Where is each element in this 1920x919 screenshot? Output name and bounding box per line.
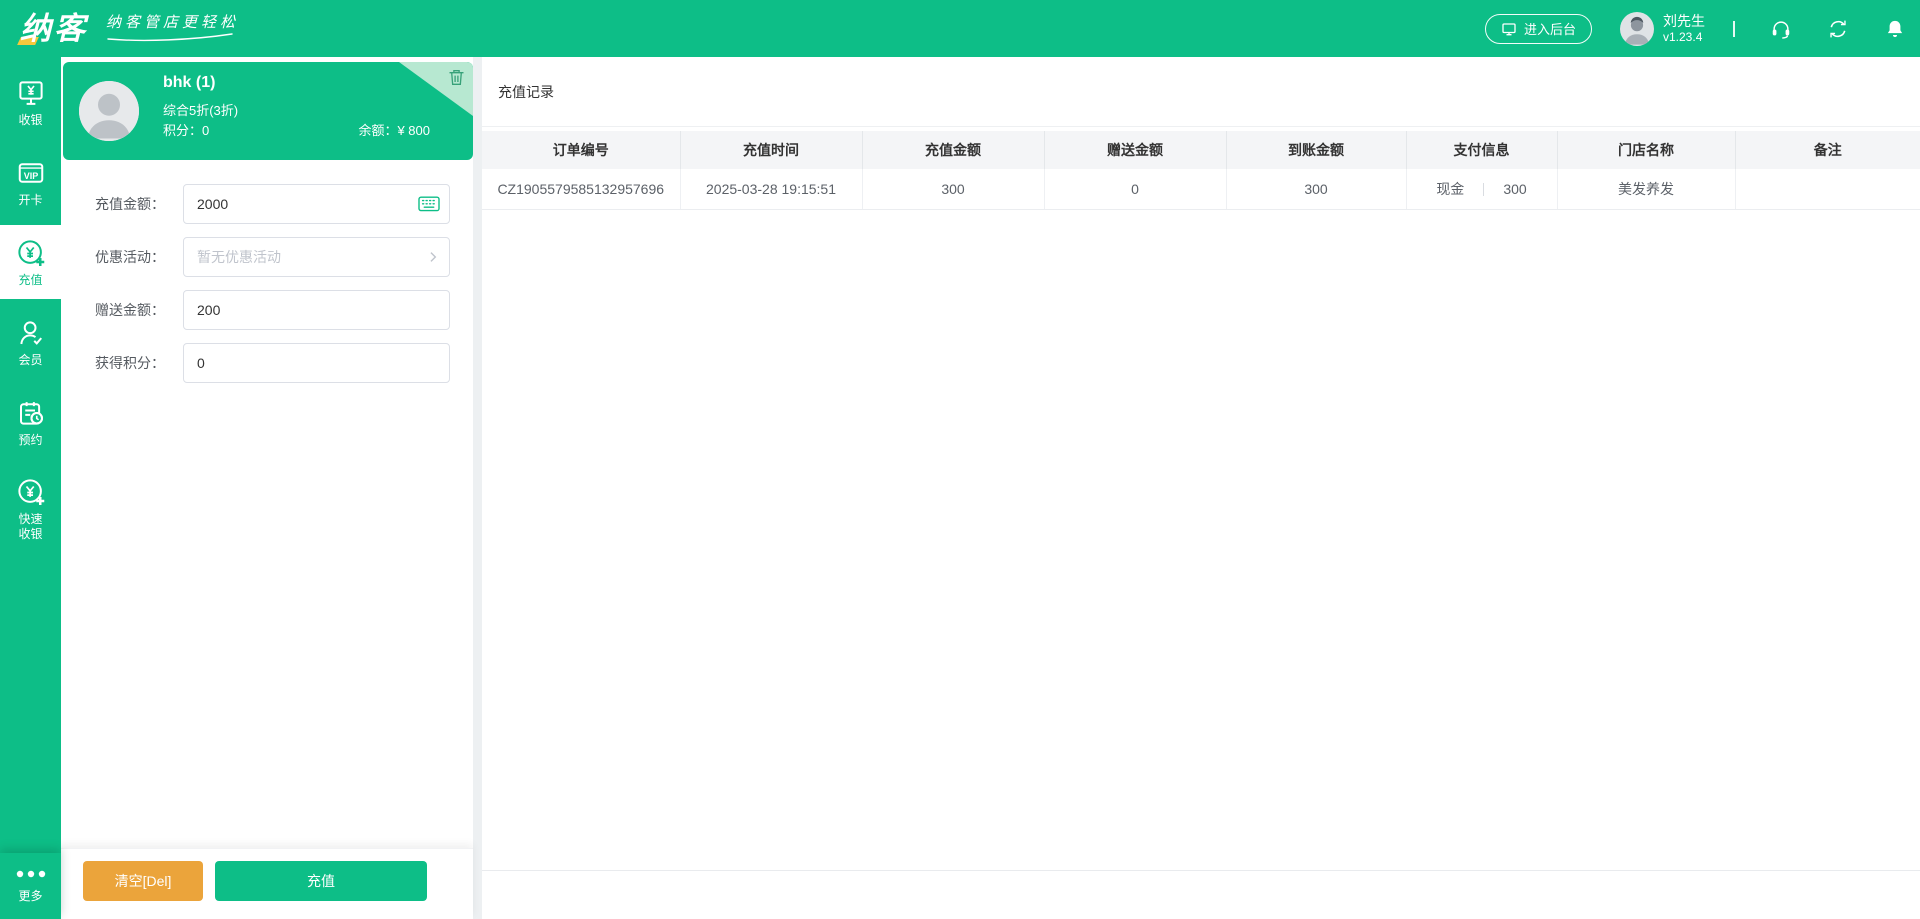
form-row-amount: 充值金额： (61, 184, 473, 224)
col-store: 门店名称 (1557, 131, 1736, 169)
booking-calendar-icon (19, 401, 43, 425)
form-row-points: 获得积分： (61, 343, 473, 383)
recharge-panel-footer: 清空[Del] 充值 (61, 848, 473, 919)
recharge-panel: bhk (1) 综合5折(3折) 积分：0 余额：¥ 800 充值金额： 优惠活… (61, 57, 473, 919)
cell-payment: 现金 300 (1406, 169, 1558, 210)
promotion-label: 优惠活动： (95, 249, 165, 265)
col-received: 到账金额 (1226, 131, 1407, 169)
more-label: 更多 (18, 889, 43, 903)
member-points: 积分：0 (163, 123, 210, 138)
sidebar-item-label: 收银 (18, 112, 43, 127)
col-order-no: 订单编号 (482, 131, 681, 169)
gift-label: 赠送金额： (95, 302, 165, 318)
trash-icon (449, 70, 464, 85)
tagline-underline-swoosh (107, 32, 233, 41)
records-title: 充值记录 (482, 57, 1920, 127)
sidebar-item-cashier[interactable]: 收银 (0, 65, 61, 139)
member-avatar (79, 81, 139, 141)
cell-amount: 300 (862, 169, 1045, 210)
sidebar-item-label: 开卡 (18, 192, 43, 207)
app-version: v1.23.4 (1663, 29, 1703, 44)
sidebar-item-more[interactable]: 更多 (0, 853, 61, 919)
member-level: 综合5折(3折) (163, 103, 239, 118)
pay-method: 现金 (1436, 180, 1465, 197)
member-card: bhk (1) 综合5折(3折) 积分：0 余额：¥ 800 (63, 62, 473, 160)
brand-tagline: 纳客管店更轻松 (106, 11, 239, 42)
sidebar-item-vip-card[interactable]: VIP 开卡 (0, 145, 61, 219)
points-input[interactable] (183, 343, 450, 383)
enter-backend-label: 进入后台 (1523, 22, 1576, 37)
payment-separator (1483, 182, 1485, 196)
col-payment: 支付信息 (1406, 131, 1558, 169)
member-balance: 余额：¥ 800 (358, 123, 430, 138)
sidebar-item-label: 快速收银 (18, 512, 43, 541)
top-header-bar: 纳客 纳客管店更轻松 进入后台 刘先生 v1.23.4 (0, 0, 1920, 57)
table-row[interactable]: CZ1905579585132957696 2025-03-28 19:15:5… (482, 169, 1920, 210)
user-avatar[interactable] (1620, 11, 1654, 46)
logo-text: 纳客 (16, 3, 92, 55)
sidebar-item-members[interactable]: 会员 (0, 305, 61, 379)
sidebar-item-label: 充值 (18, 272, 43, 287)
monitor-icon (1502, 22, 1516, 35)
points-label: 获得积分： (95, 355, 165, 371)
quick-cashier-icon (17, 479, 44, 505)
topbar-divider (1733, 20, 1735, 37)
recharge-icon (17, 239, 44, 266)
clear-button[interactable]: 清空[Del] (83, 861, 203, 901)
sidebar-item-quick-cashier[interactable]: 快速收银 (0, 465, 61, 553)
chevron-right-icon[interactable] (426, 237, 440, 277)
recharge-records-table: 订单编号 充值时间 充值金额 赠送金额 到账金额 支付信息 门店名称 备注 CZ… (482, 131, 1920, 210)
pay-amount: 300 (1503, 180, 1527, 197)
svg-text:VIP: VIP (23, 170, 38, 180)
cell-time: 2025-03-28 19:15:51 (680, 169, 863, 210)
sidebar-item-recharge[interactable]: 充值 (0, 225, 61, 299)
amount-label: 充值金额： (95, 196, 165, 212)
cell-order-no: CZ1905579585132957696 (482, 169, 681, 210)
brand-logo: 纳客 纳客管店更轻松 (16, 3, 239, 55)
recharge-submit-button[interactable]: 充值 (215, 861, 427, 901)
amount-input[interactable] (183, 184, 450, 224)
col-amount: 充值金额 (862, 131, 1045, 169)
bell-icon[interactable] (1884, 18, 1906, 40)
user-info[interactable]: 刘先生 v1.23.4 (1663, 13, 1705, 45)
cell-store: 美发养发 (1557, 169, 1736, 210)
member-person-icon (19, 320, 42, 345)
recharge-form: 充值金额： 优惠活动： 赠送金额： 获得积分： (61, 184, 473, 396)
col-time: 充值时间 (680, 131, 863, 169)
records-footer (482, 870, 1920, 919)
vip-card-icon: VIP (18, 162, 43, 183)
keyboard-icon[interactable] (418, 184, 440, 224)
enter-backend-button[interactable]: 进入后台 (1484, 13, 1592, 44)
cell-remark (1735, 169, 1920, 210)
sidebar-item-label: 会员 (18, 352, 43, 367)
cashier-monitor-icon (18, 80, 43, 105)
form-row-gift: 赠送金额： (61, 290, 473, 330)
customer-service-icon[interactable] (1770, 18, 1792, 40)
promotion-select[interactable] (183, 237, 450, 277)
cell-received: 300 (1226, 169, 1407, 210)
remove-member-button[interactable] (446, 67, 467, 88)
sidebar-item-label: 预约 (18, 432, 43, 447)
form-row-promotion: 优惠活动： (61, 237, 473, 277)
cell-gift: 0 (1044, 169, 1227, 210)
user-name: 刘先生 (1663, 12, 1705, 29)
sidebar-item-booking[interactable]: 预约 (0, 385, 61, 459)
col-remark: 备注 (1735, 131, 1920, 169)
tagline-text: 纳客管店更轻松 (106, 13, 240, 31)
col-gift: 赠送金额 (1044, 131, 1227, 169)
sidebar-nav: 收银 VIP 开卡 充值 会员 预约 快速收银 更多 (0, 57, 61, 919)
gift-input[interactable] (183, 290, 450, 330)
more-dots-icon (16, 870, 45, 878)
member-name: bhk (1) (163, 74, 216, 91)
recharge-records-panel: 充值记录 订单编号 充值时间 充值金额 赠送金额 到账金额 支付信息 门店名称 … (482, 57, 1920, 919)
sync-icon[interactable] (1827, 18, 1849, 40)
table-header-row: 订单编号 充值时间 充值金额 赠送金额 到账金额 支付信息 门店名称 备注 (482, 131, 1920, 169)
